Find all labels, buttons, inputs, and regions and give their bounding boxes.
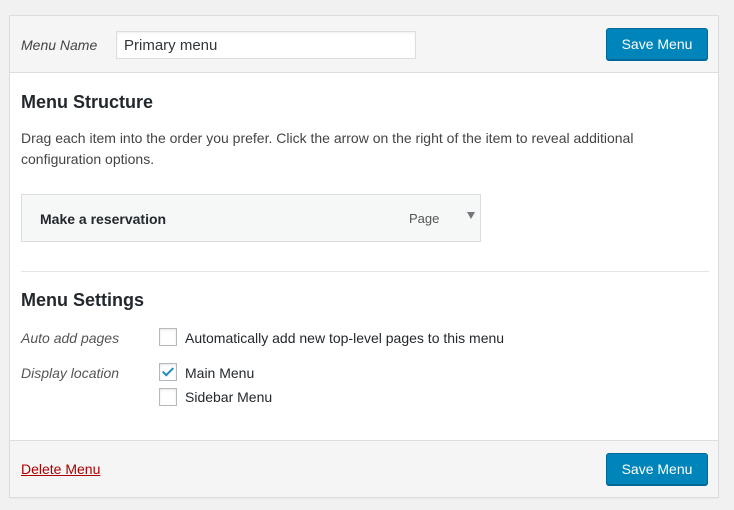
triangle-down-icon[interactable] xyxy=(467,212,475,219)
auto-add-pages-label: Auto add pages xyxy=(21,330,120,346)
menu-item-make-a-reservation[interactable]: Make a reservation Page xyxy=(21,194,481,242)
save-menu-button-bottom[interactable]: Save Menu xyxy=(606,453,708,485)
menu-edit-panel: Menu Name Save Menu Menu Structure Drag … xyxy=(9,15,719,498)
display-location-label: Display location xyxy=(21,365,120,381)
save-menu-button-top[interactable]: Save Menu xyxy=(606,28,708,60)
menu-structure-instructions: Drag each item into the order you prefer… xyxy=(21,130,634,167)
sidebar-menu-option-label[interactable]: Sidebar Menu xyxy=(185,389,272,405)
menu-header: Menu Name Save Menu xyxy=(10,16,718,73)
menu-name-input[interactable] xyxy=(116,31,416,59)
menu-structure-title: Menu Structure xyxy=(21,92,154,112)
menu-footer: Delete Menu Save Menu xyxy=(10,440,718,497)
auto-add-pages-option-label[interactable]: Automatically add new top-level pages to… xyxy=(185,330,504,346)
main-menu-checkbox[interactable] xyxy=(159,363,177,381)
menu-item-type: Page xyxy=(409,211,440,226)
section-divider xyxy=(21,271,709,272)
menu-settings-title: Menu Settings xyxy=(21,290,145,310)
checkmark-icon xyxy=(161,364,175,377)
menu-name-label: Menu Name xyxy=(21,37,98,53)
main-menu-option-label[interactable]: Main Menu xyxy=(185,365,254,381)
delete-menu-link[interactable]: Delete Menu xyxy=(21,461,100,477)
menu-item-title: Make a reservation xyxy=(40,211,167,227)
auto-add-pages-checkbox[interactable] xyxy=(159,328,177,346)
sidebar-menu-checkbox[interactable] xyxy=(159,388,177,406)
